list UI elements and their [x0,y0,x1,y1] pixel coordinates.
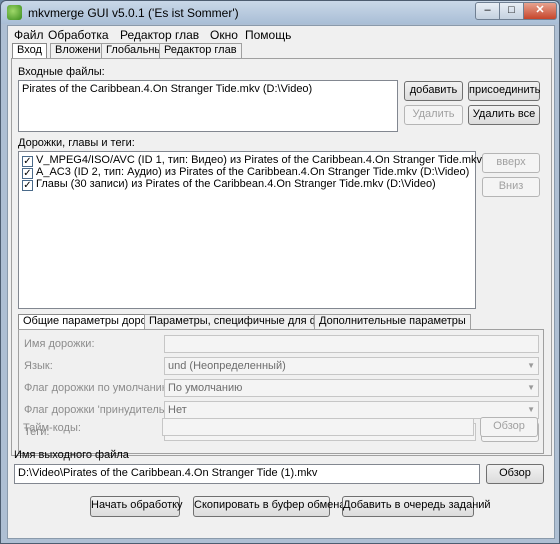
start-muxing-button[interactable]: Начать обработку [90,496,183,517]
output-file-input[interactable]: D:\Video\Pirates of the Caribbean.4.On S… [14,464,480,484]
chevron-down-icon: ▼ [527,383,535,392]
menu-file[interactable]: Файл [14,28,44,42]
add-button[interactable]: добавить [404,81,463,101]
chevron-down-icon: ▼ [527,405,535,414]
track-label: Главы (30 записи) из Pirates of the Cari… [36,178,436,190]
language-value: und (Неопределенный) [168,360,286,372]
output-file-label: Имя выходного файла [14,449,129,461]
timecodes-browse-button[interactable]: Обзор [480,417,538,437]
forced-flag-label: Флаг дорожки 'принудительно': [24,404,182,416]
input-files-list[interactable]: Pirates of the Caribbean.4.On Stranger T… [18,80,398,132]
client-area: Файл Обработка Редактор глав Окно Помощь… [7,25,555,539]
move-down-button[interactable]: Вниз [482,177,540,197]
app-window: mkvmerge GUI v5.0.1 ('Es ist Sommer') – … [0,0,560,544]
maximize-button[interactable]: □ [499,2,524,20]
default-flag-select[interactable]: По умолчанию ▼ [164,379,539,397]
menu-help[interactable]: Помощь [245,28,291,42]
tab-extra-options[interactable]: Дополнительные параметры [314,314,471,329]
track-label: V_MPEG4/ISO/AVC (ID 1, тип: Видео) из Pi… [36,154,535,166]
tab-input[interactable]: Вход [12,43,47,59]
copy-to-clipboard-button[interactable]: Скопировать в буфер обмена [193,496,345,517]
menu-chapter-editor[interactable]: Редактор глав [120,28,199,42]
tracks-list[interactable]: ✓ V_MPEG4/ISO/AVC (ID 1, тип: Видео) из P… [18,151,534,309]
minimize-button[interactable]: – [475,2,500,20]
list-item[interactable]: Pirates of the Caribbean.4.On Stranger T… [22,83,312,95]
track-name-label: Имя дорожки: [24,338,95,350]
language-select[interactable]: und (Неопределенный) ▼ [164,357,539,375]
language-label: Язык: [24,360,53,372]
output-browse-button[interactable]: Обзор [486,464,544,484]
title-bar[interactable]: mkvmerge GUI v5.0.1 ('Es ist Sommer') – … [1,1,559,24]
tracks-label: Дорожки, главы и теги: [18,137,135,149]
default-flag-value: По умолчанию [168,382,243,394]
add-to-queue-button[interactable]: Добавить в очередь заданий [342,496,491,517]
track-name-field[interactable] [164,335,539,353]
checkbox-icon[interactable]: ✓ [22,180,33,191]
input-page: Входные файлы: Pirates of the Caribbean.… [11,58,552,456]
forced-flag-value: Нет [168,404,187,416]
menu-bar: Файл Обработка Редактор глав Окно Помощь [8,26,554,43]
track-row[interactable]: ✓ Главы (30 записи) из Pirates of the Car… [22,178,436,191]
window-title: mkvmerge GUI v5.0.1 ('Es ist Sommer') [28,6,239,20]
tab-chapter-editor[interactable]: Редактор глав [159,43,242,58]
remove-button[interactable]: Удалить [404,105,463,125]
default-flag-label: Флаг дорожки по умолчанию: [24,382,174,394]
menu-window[interactable]: Окно [210,28,238,42]
app-icon [7,5,22,20]
input-files-label: Входные файлы: [18,66,105,78]
timecodes-field[interactable] [162,418,474,436]
track-label: A_AC3 (ID 2, тип: Аудио) из Pirates of t… [36,166,470,178]
chevron-down-icon: ▼ [527,361,535,370]
remove-all-button[interactable]: Удалить все [468,105,540,125]
timecodes-label: Тайм-коды: [23,422,81,434]
move-up-button[interactable]: вверх [482,153,540,173]
menu-process[interactable]: Обработка [48,28,109,42]
close-button[interactable]: ✕ [523,2,557,20]
append-button[interactable]: присоединить [468,81,540,101]
